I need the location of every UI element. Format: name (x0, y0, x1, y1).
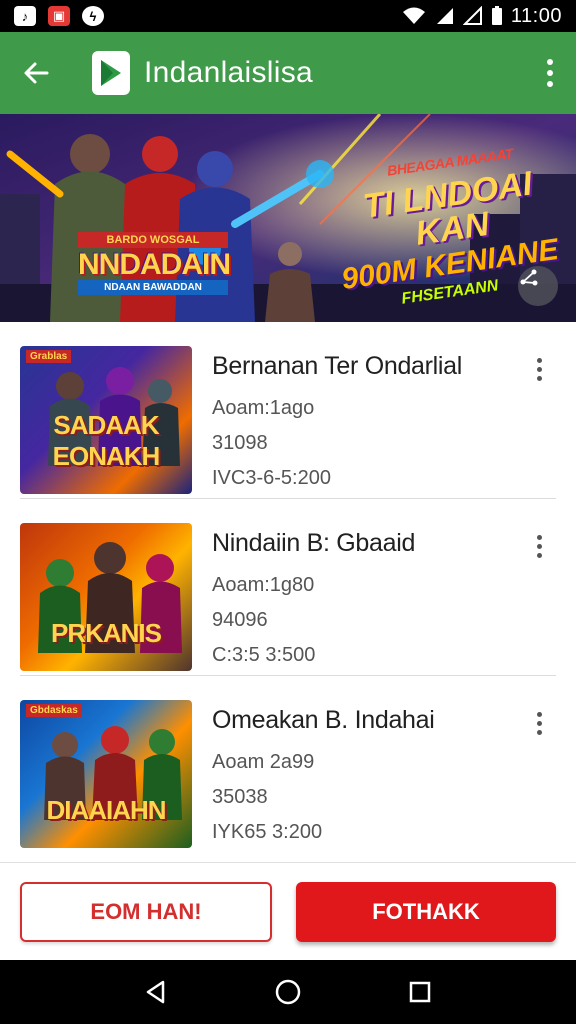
wifi-icon (402, 7, 425, 24)
item-meta: Aoam 2a99 (212, 751, 315, 773)
banner-game-logo: BARDO WOSGAL NNDADAIN NDAAN BAWADDAN (78, 232, 231, 295)
item-detail: C:3:5 3:500 (212, 644, 316, 666)
primary-action-button[interactable]: FOTHAKK (296, 881, 556, 942)
game-thumbnail[interactable]: Grablas SADAAK EONAKH (20, 346, 192, 494)
battery-icon (491, 6, 502, 25)
item-overflow-menu-icon[interactable] (537, 358, 542, 381)
item-detail: IYK65 3:200 (212, 821, 323, 843)
list-item[interactable]: Grablas SADAAK EONAKH Bernanan Ter Ondar… (20, 322, 556, 499)
app-title: Indanlaislisa (144, 56, 314, 89)
item-count: 31098 (212, 432, 268, 454)
item-count: 35038 (212, 786, 268, 808)
app-notification-icon: ▣ (48, 6, 70, 26)
signal-icon (462, 6, 482, 25)
secondary-action-button[interactable]: EOM HAN! (20, 881, 272, 942)
item-title[interactable]: Omeakan B. Indahai (212, 706, 435, 735)
item-meta: Aoam:1g80 (212, 574, 315, 596)
game-thumbnail[interactable]: PRKANIS (20, 523, 192, 671)
app-bar: Indanlaislisa (0, 32, 576, 114)
thumbnail-tag: Grablas (26, 350, 72, 363)
play-store-logo-icon (92, 51, 130, 95)
item-title[interactable]: Bernanan Ter Ondarlial (212, 352, 462, 381)
clock: 11:00 (510, 4, 562, 27)
tiktok-icon: ♪ (14, 6, 36, 26)
game-list: Grablas SADAAK EONAKH Bernanan Ter Ondar… (0, 322, 576, 862)
signal-icon (436, 8, 453, 24)
game-thumbnail[interactable]: Gbdaskas DIAAIAHN (20, 700, 192, 848)
recents-icon[interactable] (400, 972, 440, 1012)
item-overflow-menu-icon[interactable] (537, 712, 542, 735)
share-icon (520, 269, 538, 286)
action-footer: EOM HAN! FOTHAKK (0, 862, 576, 960)
featured-banner[interactable]: BARDO WOSGAL NNDADAIN NDAAN BAWADDAN BHE… (0, 114, 576, 322)
status-bar: ♪ ▣ ϟ 11:00 (0, 0, 576, 32)
home-icon[interactable] (268, 972, 308, 1012)
thumbnail-tag: Gbdaskas (26, 704, 82, 717)
item-count: 94096 (212, 609, 268, 631)
back-arrow-icon[interactable] (20, 57, 52, 89)
list-item[interactable]: PRKANIS Nindaiin B: Gbaaid Aoam:1g80 940… (20, 499, 556, 676)
item-detail: IVC3-6-5:200 (212, 467, 331, 489)
share-button[interactable] (518, 266, 558, 306)
overflow-menu-icon[interactable] (544, 59, 556, 87)
back-icon[interactable] (136, 972, 176, 1012)
messenger-icon: ϟ (82, 6, 104, 26)
item-overflow-menu-icon[interactable] (537, 535, 542, 558)
thumbnail-title: PRKANIS (50, 618, 162, 648)
system-nav-bar (0, 960, 576, 1024)
thumbnail-title: SADAAK EONAKH (52, 410, 161, 471)
item-meta: Aoam:1ago (212, 397, 315, 419)
list-item[interactable]: Gbdaskas DIAAIAHN Omeakan B. Indahai Aoa… (20, 676, 556, 853)
item-title[interactable]: Nindaiin B: Gbaaid (212, 529, 415, 558)
thumbnail-title: DIAAIAHN (46, 795, 166, 825)
